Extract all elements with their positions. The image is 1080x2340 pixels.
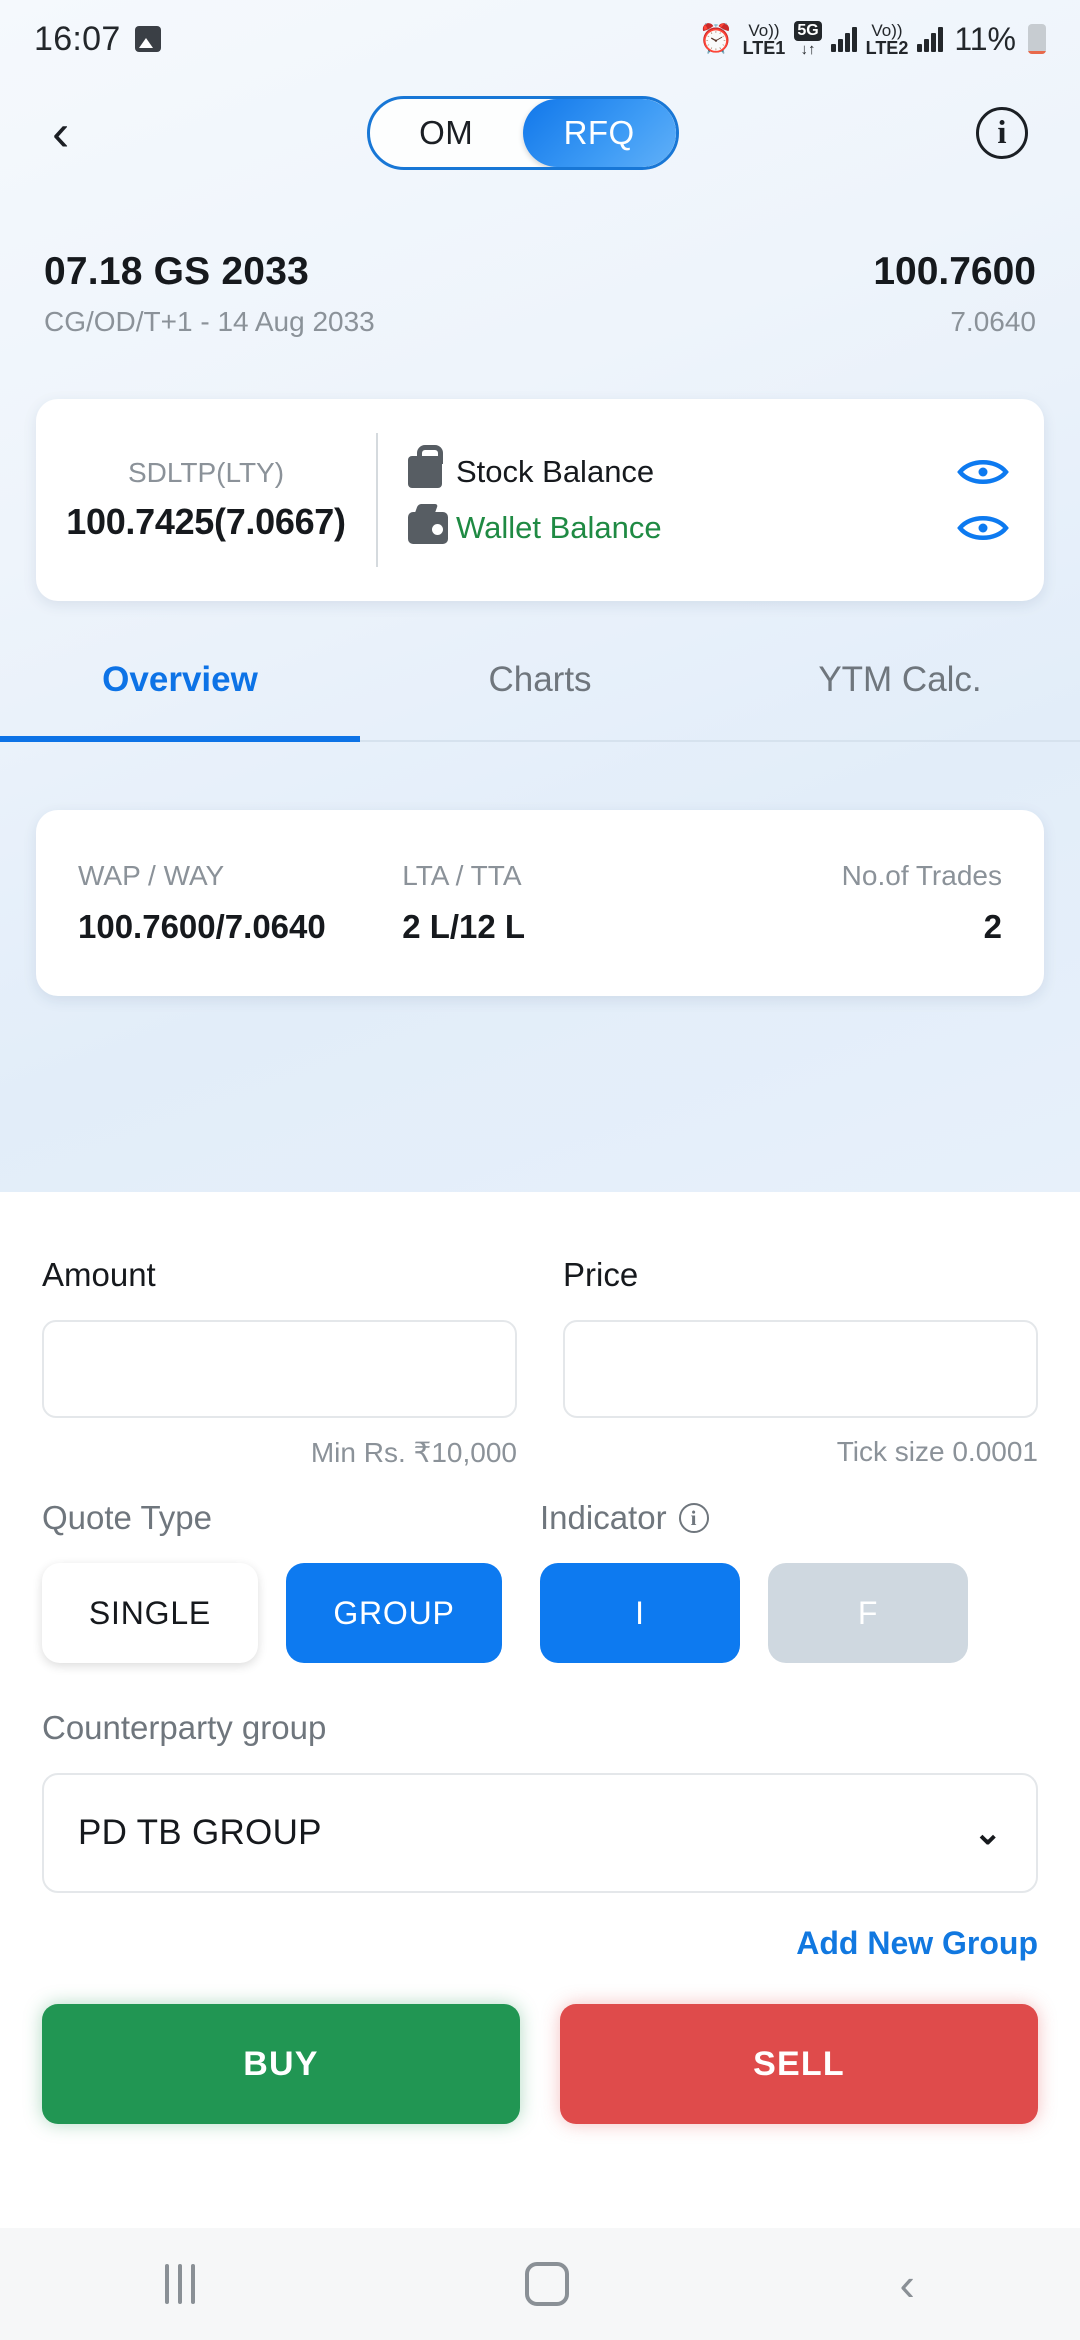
instrument-pricing: 100.7600 7.0640 xyxy=(873,250,1036,338)
sdltp-value: 100.7425(7.0667) xyxy=(66,501,346,542)
instrument-name: 07.18 GS 2033 xyxy=(44,250,309,293)
status-bar-right: ⏰ Vo)) LTE1 5G ↓↑ Vo)) LTE2 11% xyxy=(699,21,1046,58)
counterparty-group-dropdown[interactable]: PD TB GROUP ⌄ xyxy=(42,1773,1038,1893)
app-bar: ‹ OM RFQ i xyxy=(0,78,1080,188)
sell-button[interactable]: SELL xyxy=(560,2004,1038,2124)
wallet-balance-row[interactable]: Wallet Balance xyxy=(408,510,1010,546)
quote-type-group-chip[interactable]: GROUP xyxy=(286,1563,502,1663)
signal-bars-sim2-icon xyxy=(917,26,944,52)
chevron-left-icon[interactable]: ‹ xyxy=(52,107,69,159)
back-icon[interactable]: ‹ xyxy=(900,2261,915,2307)
eye-icon-wallet-balance[interactable] xyxy=(956,511,1010,545)
price-input[interactable] xyxy=(563,1320,1038,1418)
stat-no-of-trades-value: 2 xyxy=(983,908,1002,945)
amount-price-row: Amount Min Rs. ₹10,000 Price Tick size 0… xyxy=(42,1256,1038,1469)
picture-icon xyxy=(134,26,161,52)
instrument-price: 100.7600 xyxy=(873,250,1036,293)
quote-type-chips: SINGLE GROUP xyxy=(42,1563,540,1663)
indicator-i-chip[interactable]: I xyxy=(540,1563,740,1663)
segment-rfq[interactable]: RFQ xyxy=(522,99,676,167)
stock-balance-label: Stock Balance xyxy=(456,454,655,489)
sim1-volte-icon: Vo)) LTE1 xyxy=(743,22,786,57)
counterparty-group-label: Counterparty group xyxy=(42,1709,327,1746)
stat-lta-tta: LTA / TTA 2 L/12 L xyxy=(402,860,678,946)
wallet-balance-label: Wallet Balance xyxy=(456,510,662,545)
sdltp-label: SDLTP(LTY) xyxy=(127,457,285,488)
amount-input[interactable] xyxy=(42,1320,517,1418)
quote-type-group: Quote Type SINGLE GROUP xyxy=(42,1499,540,1663)
bag-icon xyxy=(408,445,456,488)
sim2-volte-top: Vo)) xyxy=(871,20,903,40)
status-bar: 16:07 ⏰ Vo)) LTE1 5G ↓↑ Vo)) LTE2 11% xyxy=(0,0,1080,78)
stat-wap-way-value: 100.7600/7.0640 xyxy=(78,908,326,945)
eye-icon-stock-balance[interactable] xyxy=(956,455,1010,489)
recents-icon[interactable] xyxy=(165,2264,196,2304)
signal-bars-sim1-icon xyxy=(830,26,857,52)
info-icon-indicator[interactable]: i xyxy=(678,1503,709,1533)
amount-hint: Min Rs. ₹10,000 xyxy=(310,1437,517,1468)
detail-tabs: Overview Charts YTM Calc. xyxy=(0,620,1080,742)
stat-no-of-trades: No.of Trades 2 xyxy=(678,860,1002,946)
alarm-icon: ⏰ xyxy=(698,23,734,54)
indicator-group: Indicator i I F xyxy=(540,1499,1038,1663)
amount-field-group: Amount Min Rs. ₹10,000 xyxy=(42,1256,517,1469)
quote-type-single-chip[interactable]: SINGLE xyxy=(42,1563,258,1663)
price-hint: Tick size 0.0001 xyxy=(836,1436,1038,1467)
home-icon[interactable] xyxy=(525,2262,570,2306)
network-badge-label: 5G xyxy=(794,21,822,41)
instrument-yield: 7.0640 xyxy=(950,306,1036,337)
instrument-identity: 07.18 GS 2033 CG/OD/T+1 - 14 Aug 2033 xyxy=(44,250,375,338)
quote-type-label: Quote Type xyxy=(42,1499,540,1537)
indicator-f-chip[interactable]: F xyxy=(768,1563,968,1663)
battery-icon xyxy=(1028,24,1046,54)
price-field-group: Price Tick size 0.0001 xyxy=(563,1256,1038,1469)
order-action-buttons: BUY SELL xyxy=(42,2004,1038,2124)
android-nav-bar: ‹ xyxy=(0,2228,1080,2340)
sim1-volte-top: Vo)) xyxy=(748,20,780,40)
chevron-down-icon: ⌄ xyxy=(973,1814,1003,1852)
sim2-volte-bottom: LTE2 xyxy=(865,37,909,58)
sim2-volte-icon: Vo)) LTE2 xyxy=(866,22,909,57)
price-label: Price xyxy=(563,1256,639,1293)
stock-balance-row[interactable]: Stock Balance xyxy=(408,445,1010,490)
tab-ytm-calc[interactable]: YTM Calc. xyxy=(720,620,1080,740)
tab-overview[interactable]: Overview xyxy=(0,620,360,742)
quote-type-indicator-row: Quote Type SINGLE GROUP Indicator i I F xyxy=(42,1499,1038,1663)
stat-lta-tta-value: 2 L/12 L xyxy=(402,908,526,945)
instrument-subtitle: CG/OD/T+1 - 14 Aug 2033 xyxy=(44,306,375,337)
om-rfq-segmented-control[interactable]: OM RFQ xyxy=(366,96,679,170)
add-new-group-link[interactable]: Add New Group xyxy=(42,1925,1038,1962)
segment-om[interactable]: OM xyxy=(370,99,523,167)
indicator-chips: I F xyxy=(540,1563,1038,1663)
network-badge-icon: 5G ↓↑ xyxy=(794,21,822,58)
stat-wap-way: WAP / WAY 100.7600/7.0640 xyxy=(78,860,402,946)
data-arrows-icon: ↓↑ xyxy=(800,41,816,58)
counterparty-group-value: PD TB GROUP xyxy=(78,1813,322,1852)
stat-no-of-trades-label: No.of Trades xyxy=(841,860,1002,891)
order-entry-sheet: Amount Min Rs. ₹10,000 Price Tick size 0… xyxy=(0,1192,1080,2228)
balances-block: Stock Balance Wallet Balance xyxy=(378,399,1044,601)
ltp-balances-card: SDLTP(LTY) 100.7425(7.0667) Stock Balanc… xyxy=(36,399,1044,601)
wallet-icon xyxy=(408,512,456,544)
battery-percent: 11% xyxy=(954,20,1016,57)
sim1-volte-bottom: LTE1 xyxy=(742,37,786,58)
buy-button[interactable]: BUY xyxy=(42,2004,520,2124)
status-bar-left: 16:07 xyxy=(34,20,161,59)
tab-charts[interactable]: Charts xyxy=(360,620,720,740)
amount-label: Amount xyxy=(42,1256,156,1293)
sdltp-block: SDLTP(LTY) 100.7425(7.0667) xyxy=(36,399,376,601)
stat-lta-tta-label: LTA / TTA xyxy=(402,860,522,891)
info-icon[interactable]: i xyxy=(975,107,1028,159)
overview-stats-card: WAP / WAY 100.7600/7.0640 LTA / TTA 2 L/… xyxy=(36,810,1044,996)
indicator-label-text: Indicator xyxy=(540,1499,667,1536)
indicator-label: Indicator i xyxy=(540,1499,1038,1537)
status-time: 16:07 xyxy=(34,19,121,58)
instrument-header: 07.18 GS 2033 CG/OD/T+1 - 14 Aug 2033 10… xyxy=(0,250,1080,338)
quote-type-label-text: Quote Type xyxy=(42,1499,213,1536)
stat-wap-way-label: WAP / WAY xyxy=(78,860,225,891)
